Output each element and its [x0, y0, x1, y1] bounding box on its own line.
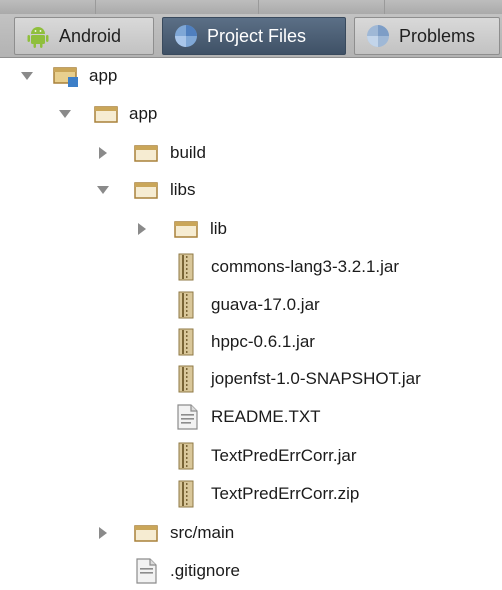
folder-icon [93, 100, 121, 128]
tree-node-label: README.TXT [211, 407, 321, 426]
folder-icon [173, 215, 201, 243]
expand-arrow-right-icon[interactable] [135, 222, 149, 236]
tab-android[interactable]: Android [14, 17, 154, 55]
tree-node-app-module[interactable]: app [0, 58, 502, 94]
archive-file-icon [174, 365, 202, 393]
tab-problems[interactable]: Problems [354, 17, 500, 55]
tree-node-build[interactable]: build [0, 135, 502, 171]
problems-icon [365, 23, 391, 49]
module-folder-icon [52, 62, 80, 90]
tree-node-lib[interactable]: lib [0, 211, 502, 247]
strip-divider [258, 0, 259, 14]
expand-arrow-right-icon[interactable] [96, 526, 110, 540]
tree-node-label: jopenfst-1.0-SNAPSHOT.jar [211, 369, 421, 388]
tree-node-label: lib [210, 219, 228, 238]
tree-node-label: TextPredErrCorr.jar [211, 446, 357, 465]
tree-node-file[interactable]: hppc-0.6.1.jar [0, 324, 502, 360]
expand-arrow-right-icon[interactable] [96, 146, 110, 160]
project-files-icon [173, 23, 199, 49]
tree-node-file[interactable]: .gitignore [0, 553, 502, 589]
tree-node-label: app [89, 66, 118, 85]
tab-problems-label: Problems [399, 25, 476, 46]
tree-node-label: build [170, 143, 206, 162]
tab-project-files-label: Project Files [207, 25, 307, 46]
tool-window-tab-bar: Android Project Files Problems [0, 0, 502, 58]
tree-node-file[interactable]: TextPredErrCorr.jar [0, 438, 502, 474]
tree-node-src-main[interactable]: src/main [0, 515, 502, 551]
expand-arrow-down-icon[interactable] [58, 107, 72, 121]
tree-node-label: libs [170, 180, 196, 199]
folder-icon [133, 519, 161, 547]
tree-node-libs[interactable]: libs [0, 172, 502, 208]
tree-node-label: guava-17.0.jar [211, 295, 320, 314]
tab-android-label: Android [59, 25, 122, 46]
folder-icon [133, 176, 161, 204]
android-icon [25, 23, 51, 49]
archive-file-icon [174, 480, 202, 508]
tab-project-files[interactable]: Project Files [162, 17, 346, 55]
tree-node-file[interactable]: jopenfst-1.0-SNAPSHOT.jar [0, 361, 502, 397]
project-tree: app app build libs lib commons-lang3-3.2… [0, 58, 502, 584]
tree-node-label: app [129, 104, 158, 123]
archive-file-icon [174, 253, 202, 281]
expand-arrow-down-icon[interactable] [96, 183, 110, 197]
tree-node-label: TextPredErrCorr.zip [211, 484, 360, 503]
folder-icon [133, 139, 161, 167]
tab-bar-top-strip [0, 0, 502, 14]
tree-node-label: src/main [170, 523, 235, 542]
archive-file-icon [174, 328, 202, 356]
archive-file-icon [174, 442, 202, 470]
archive-file-icon [174, 291, 202, 319]
tree-node-file[interactable]: TextPredErrCorr.zip [0, 476, 502, 512]
tree-node-file[interactable]: commons-lang3-3.2.1.jar [0, 249, 502, 285]
tree-node-label: commons-lang3-3.2.1.jar [211, 257, 400, 276]
tree-node-label: .gitignore [170, 561, 240, 580]
text-file-icon [133, 557, 161, 585]
strip-divider [384, 0, 385, 14]
tree-node-file[interactable]: guava-17.0.jar [0, 287, 502, 323]
expand-arrow-down-icon[interactable] [20, 69, 34, 83]
tree-node-label: hppc-0.6.1.jar [211, 332, 315, 351]
text-file-icon [174, 403, 202, 431]
strip-divider [95, 0, 96, 14]
tree-node-file[interactable]: README.TXT [0, 399, 502, 435]
tree-node-app-folder[interactable]: app [0, 96, 502, 132]
